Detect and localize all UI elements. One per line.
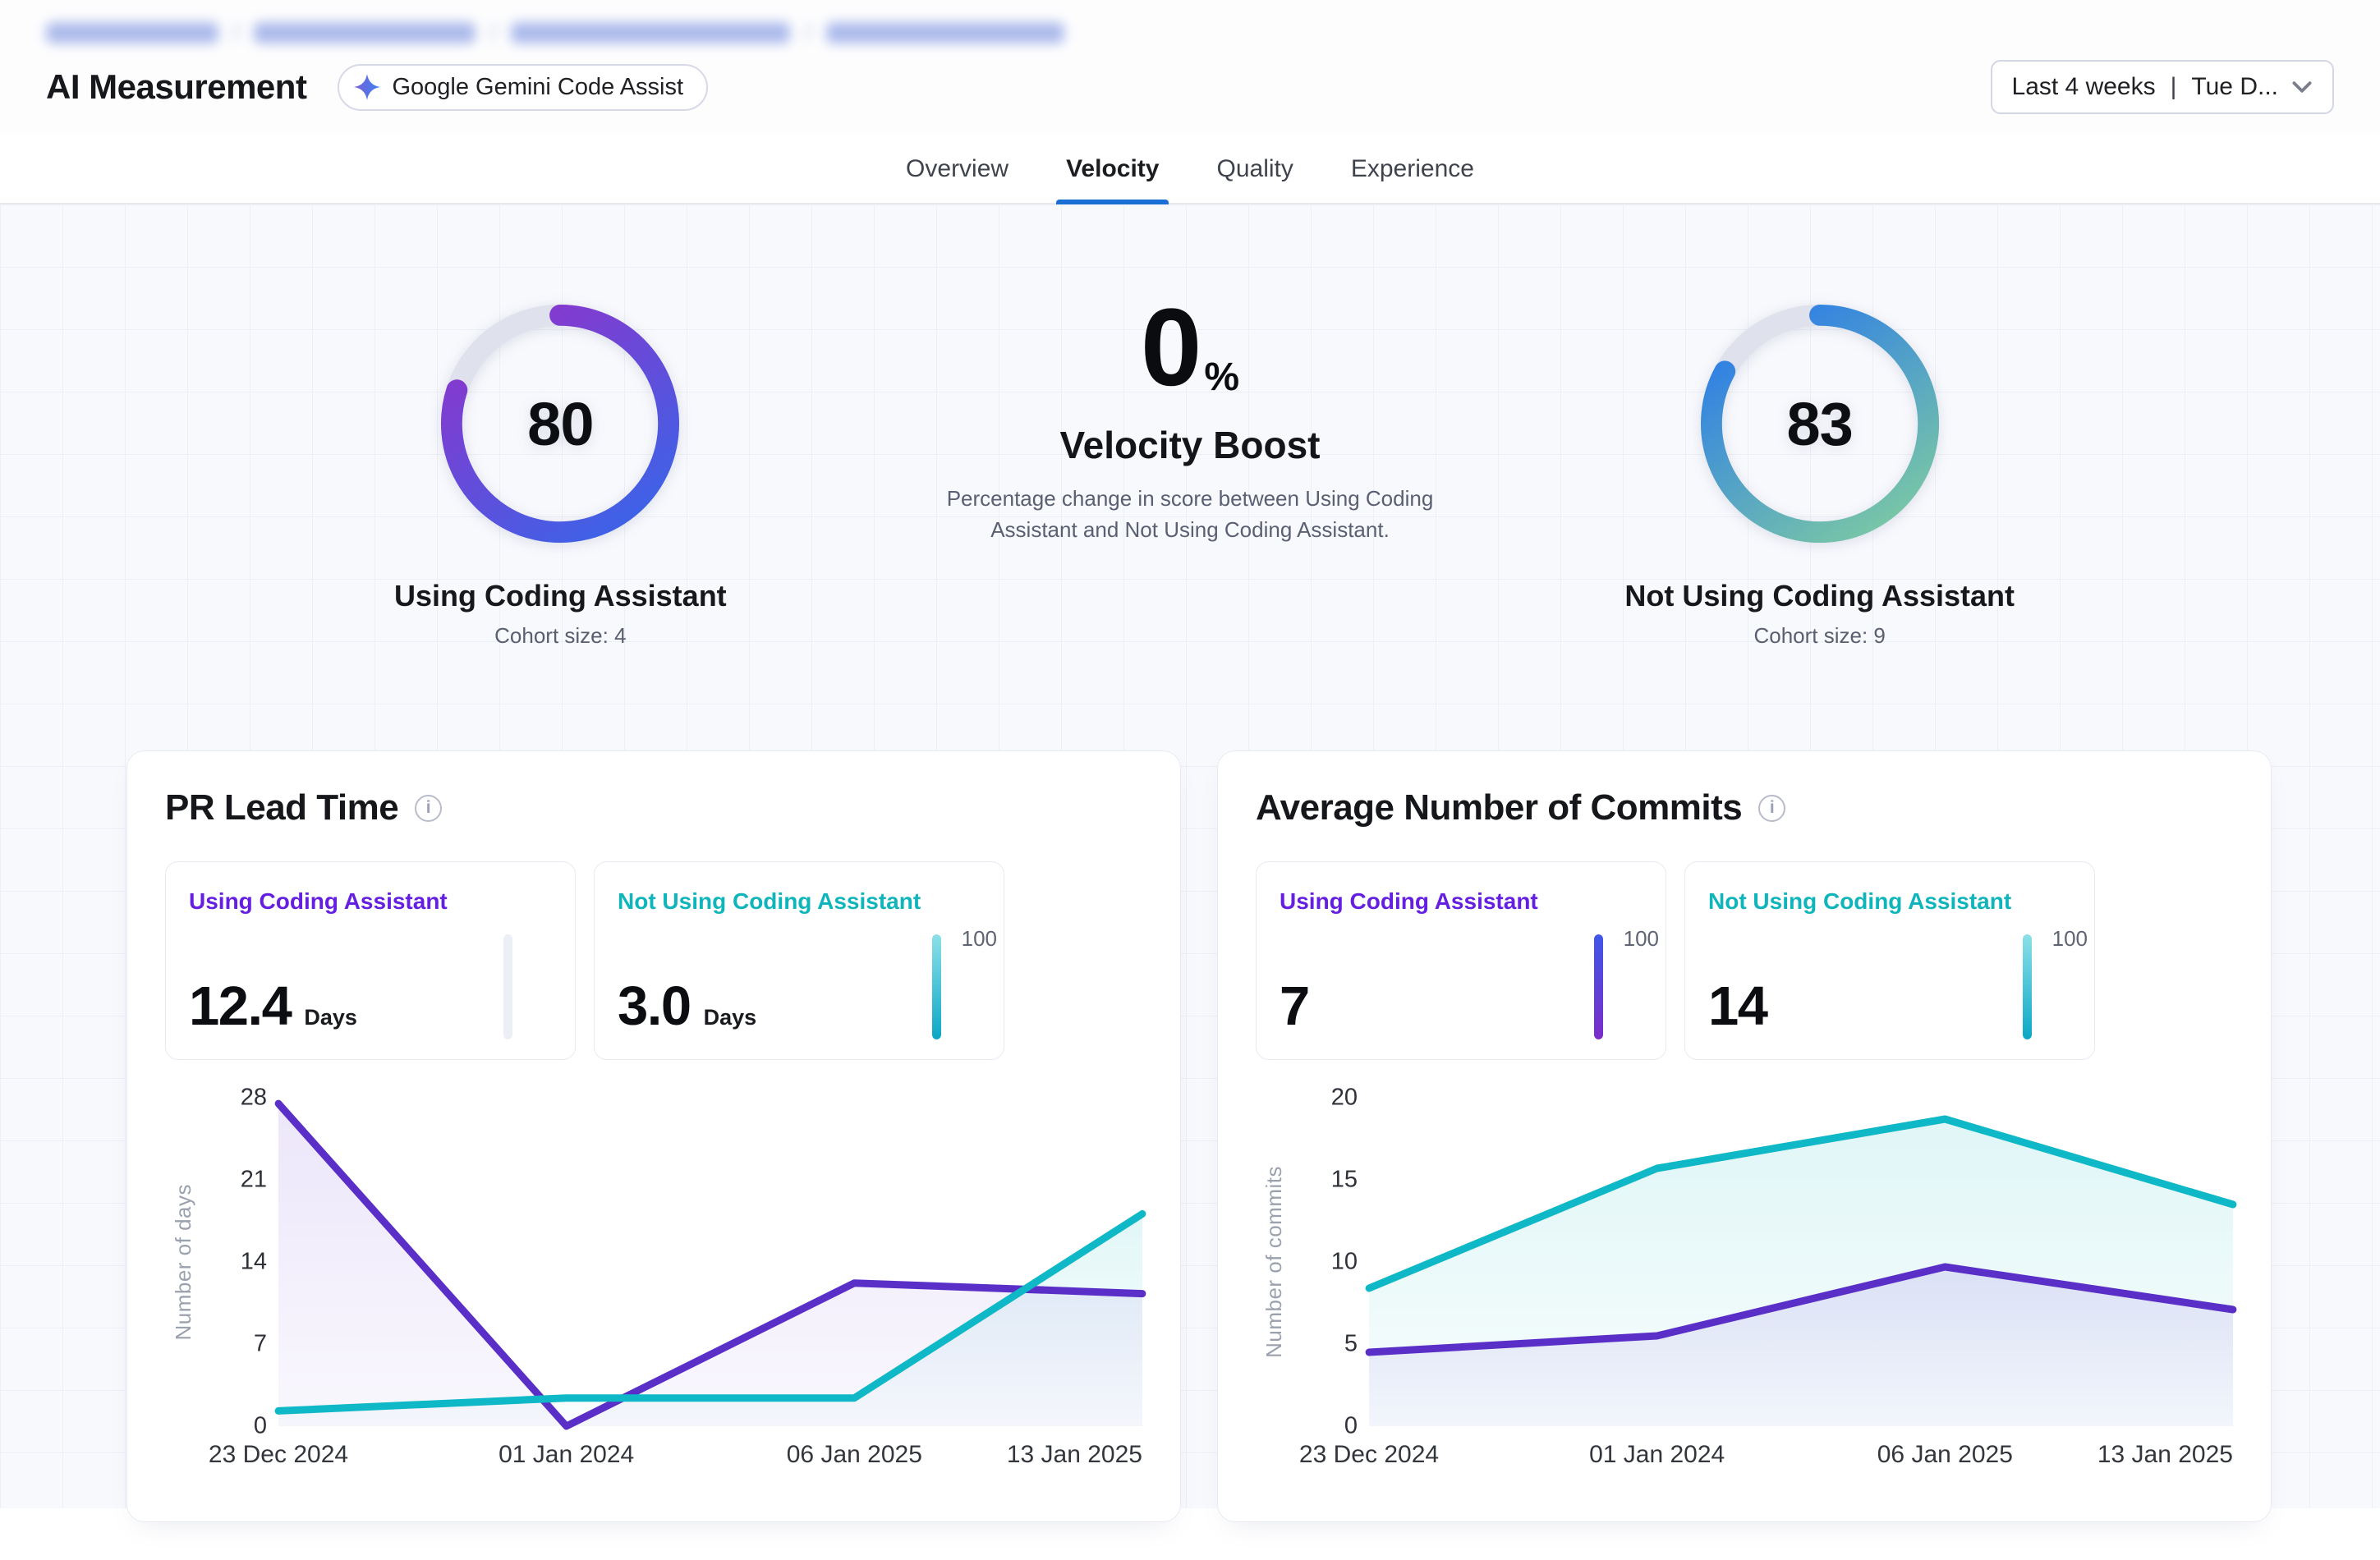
pr-lead-time-chart: Number of days 28211470 23 Dec 202401 Ja… — [165, 1098, 1142, 1480]
breadcrumb-segment[interactable] — [254, 22, 476, 44]
card-average-number-of-commits: Average Number of Commits Using Coding A… — [1217, 750, 2272, 1522]
mini-bar-max-label: 100 — [2052, 926, 2088, 952]
stat-label: Not Using Coding Assistant — [1708, 888, 2071, 915]
tab-overview[interactable]: Overview — [904, 149, 1010, 203]
score-mini-bar — [503, 934, 512, 1039]
date-range-separator: | — [2169, 73, 2179, 101]
average-commits-chart: Number of commits 20151050 23 Dec 202401… — [1256, 1098, 2233, 1480]
score-mini-bar — [932, 934, 941, 1039]
stat-label: Using Coding Assistant — [189, 888, 552, 915]
date-range-preset: Last 4 weeks — [2012, 73, 2156, 101]
line-chart-plot — [1369, 1098, 2233, 1426]
breadcrumb: / / / — [46, 0, 2334, 53]
chevron-down-icon — [2291, 80, 2313, 94]
boost-title: Velocity Boost — [1060, 423, 1321, 467]
card-pr-lead-time: PR Lead Time Using Coding Assistant 12.4… — [126, 750, 1181, 1522]
gauge-cohort-size: Cohort size: 9 — [1753, 623, 1885, 649]
x-tick: 13 Jan 2025 — [2097, 1441, 2233, 1469]
x-axis-labels: 23 Dec 202401 Jan 202406 Jan 202513 Jan … — [278, 1441, 1142, 1480]
x-tick: 23 Dec 2024 — [1299, 1441, 1439, 1469]
y-tick: 15 — [1331, 1167, 1358, 1194]
y-axis-ticks: 20151050 — [1298, 1098, 1362, 1426]
active-tab-underline — [1056, 200, 1169, 204]
gemini-badge-label: Google Gemini Code Assist — [392, 74, 683, 101]
stat-value: 12.4 — [189, 975, 291, 1038]
x-tick: 23 Dec 2024 — [209, 1441, 348, 1469]
gauge-score: 80 — [438, 301, 682, 546]
boost-value: 0 — [1141, 301, 1200, 395]
breadcrumb-segment[interactable] — [46, 22, 218, 44]
y-tick: 5 — [1344, 1331, 1358, 1358]
gauge-label: Using Coding Assistant — [394, 579, 727, 613]
breadcrumb-segment[interactable] — [511, 22, 790, 44]
y-axis-label: Number of days — [171, 1184, 196, 1341]
tab-velocity[interactable]: Velocity — [1064, 149, 1160, 203]
stat-not-using-coding-assistant: Not Using Coding Assistant 14 100 — [1684, 861, 2095, 1060]
gauge-label: Not Using Coding Assistant — [1624, 579, 2015, 613]
card-title: Average Number of Commits — [1256, 787, 1742, 828]
stat-using-coding-assistant: Using Coding Assistant 12.4 Days — [165, 861, 576, 1060]
tab-experience[interactable]: Experience — [1349, 149, 1476, 203]
score-mini-bar — [1594, 934, 1603, 1039]
y-tick: 14 — [241, 1249, 267, 1276]
x-tick: 01 Jan 2024 — [1589, 1441, 1725, 1469]
velocity-boost-block: 0 % Velocity Boost Percentage change in … — [875, 301, 1505, 649]
breadcrumb-separator: / — [805, 20, 811, 45]
info-icon[interactable] — [415, 795, 442, 822]
y-tick: 21 — [241, 1167, 267, 1194]
stat-value: 3.0 — [618, 975, 691, 1038]
y-axis-label: Number of commits — [1261, 1166, 1287, 1358]
y-axis-ticks: 28211470 — [208, 1098, 272, 1426]
x-tick: 13 Jan 2025 — [1007, 1441, 1142, 1469]
mini-bar-max-label: 100 — [962, 926, 997, 952]
y-tick: 28 — [241, 1085, 267, 1112]
y-tick: 10 — [1331, 1249, 1358, 1276]
stat-using-coding-assistant: Using Coding Assistant 7 100 — [1256, 861, 1666, 1060]
date-range-detail: Tue D... — [2191, 73, 2278, 101]
date-range-select[interactable]: Last 4 weeks | Tue D... — [1991, 60, 2334, 114]
tab-quality[interactable]: Quality — [1215, 149, 1294, 203]
tab-bar: Overview Velocity Quality Experience — [0, 134, 2380, 204]
mini-bar-max-label: 100 — [1624, 926, 1659, 952]
page-header: / / / AI Measurement Google Gemini Code … — [0, 0, 2380, 134]
gemini-sparkle-icon — [354, 74, 380, 100]
gauge-cohort-size: Cohort size: 4 — [494, 623, 626, 649]
card-title: PR Lead Time — [165, 787, 398, 828]
page-title: AI Measurement — [46, 67, 306, 107]
stat-unit: Days — [704, 1005, 757, 1030]
main-content: 80 Using Coding Assistant Cohort size: 4… — [0, 204, 2380, 1508]
breadcrumb-segment[interactable] — [826, 22, 1064, 44]
x-axis-labels: 23 Dec 202401 Jan 202406 Jan 202513 Jan … — [1369, 1441, 2233, 1480]
stat-label: Not Using Coding Assistant — [618, 888, 981, 915]
y-tick: 0 — [1344, 1413, 1358, 1440]
x-tick: 06 Jan 2025 — [1877, 1441, 2013, 1469]
gauge-not-using-coding-assistant: 83 Not Using Coding Assistant Cohort siz… — [1505, 301, 2134, 649]
stat-not-using-coding-assistant: Not Using Coding Assistant 3.0 Days 100 — [594, 861, 1004, 1060]
boost-unit: % — [1204, 361, 1239, 395]
breadcrumb-separator: / — [233, 20, 239, 45]
stat-label: Using Coding Assistant — [1280, 888, 1643, 915]
y-tick: 7 — [254, 1331, 267, 1358]
stat-value: 14 — [1708, 975, 1767, 1038]
line-chart-plot — [278, 1098, 1142, 1426]
info-icon[interactable] — [1758, 795, 1785, 822]
score-mini-bar — [2023, 934, 2032, 1039]
x-tick: 01 Jan 2024 — [499, 1441, 634, 1469]
y-tick: 20 — [1331, 1085, 1358, 1112]
stat-value: 7 — [1280, 975, 1309, 1038]
x-tick: 06 Jan 2025 — [787, 1441, 922, 1469]
y-tick: 0 — [254, 1413, 267, 1440]
gauge-using-coding-assistant: 80 Using Coding Assistant Cohort size: 4 — [246, 301, 875, 649]
breadcrumb-separator: / — [490, 20, 496, 45]
gemini-badge: Google Gemini Code Assist — [338, 64, 708, 111]
stat-unit: Days — [304, 1005, 357, 1030]
gauge-score: 83 — [1698, 301, 1942, 546]
boost-description: Percentage change in score between Using… — [927, 484, 1453, 545]
